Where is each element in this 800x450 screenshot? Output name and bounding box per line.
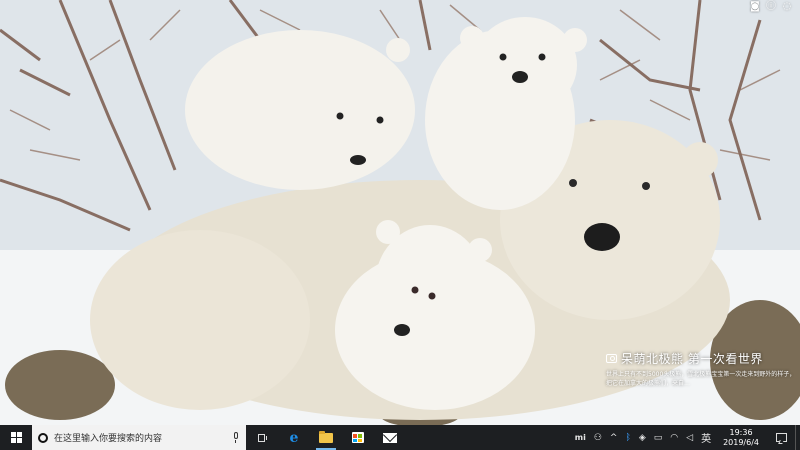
store-button[interactable] [342, 425, 374, 450]
taskbar: 在这里输入你要搜索的内容 e mi ⚇ ^ ᛒ ◈ ▭ ◠ ◁ 英 19:36 … [0, 425, 800, 450]
clock[interactable]: 19:36 2019/6/4 [715, 428, 767, 448]
mail-button[interactable] [374, 425, 406, 450]
windows-logo-icon [10, 432, 22, 443]
clock-date: 2019/6/4 [723, 437, 759, 447]
camera-icon[interactable]: ◙ [750, 2, 760, 12]
show-desktop-button[interactable] [795, 425, 800, 450]
mi-tray-icon[interactable]: mi [571, 425, 590, 450]
wifi-icon[interactable]: ◠ [666, 425, 682, 450]
show-hidden-icons-chevron-icon[interactable]: ^ [606, 425, 622, 450]
edge-icon: e [289, 429, 299, 446]
camera-icon [606, 354, 617, 363]
store-icon [352, 432, 364, 443]
action-center-button[interactable] [767, 425, 795, 450]
system-tray: mi ⚇ ^ ᛒ ◈ ▭ ◠ ◁ 英 19:36 2019/6/4 [571, 425, 800, 450]
task-view-button[interactable] [246, 425, 278, 450]
edge-button[interactable]: e [278, 425, 310, 450]
cortana-icon [38, 432, 48, 443]
folder-icon [319, 430, 333, 443]
security-icon[interactable]: ◈ [635, 425, 650, 450]
mail-icon [383, 432, 397, 443]
battery-icon[interactable]: ▭ [650, 425, 667, 450]
spotlight-title[interactable]: 呆萌北极熊 第一次看世界 [621, 350, 763, 367]
people-icon[interactable]: ⚇ [590, 425, 606, 450]
spotlight-description: 世界上只有不到5000头极熊，雪北极熊宝宝第一次走来到野外的样子，把它在加拿大的… [606, 371, 796, 387]
clock-time: 19:36 [729, 427, 753, 437]
microphone-icon[interactable] [232, 431, 240, 444]
spotlight-caption[interactable]: 呆萌北极熊 第一次看世界 世界上只有不到5000头极熊，雪北极熊宝宝第一次走来到… [606, 350, 796, 388]
input-method-indicator[interactable]: 英 [697, 425, 715, 450]
info-icon[interactable]: ⓘ [766, 2, 776, 12]
bluetooth-icon[interactable]: ᛒ [621, 425, 634, 450]
start-button[interactable] [0, 425, 32, 450]
desktop-top-icons: ◙ ⓘ ◌ [750, 2, 792, 12]
settings-icon[interactable]: ◌ [782, 2, 792, 12]
volume-icon[interactable]: ◁ [682, 425, 697, 450]
task-view-icon [256, 433, 268, 443]
file-explorer-button[interactable] [310, 425, 342, 450]
search-placeholder[interactable]: 在这里输入你要搜索的内容 [54, 431, 232, 444]
notification-icon [775, 433, 787, 442]
search-box[interactable]: 在这里输入你要搜索的内容 [32, 425, 246, 450]
